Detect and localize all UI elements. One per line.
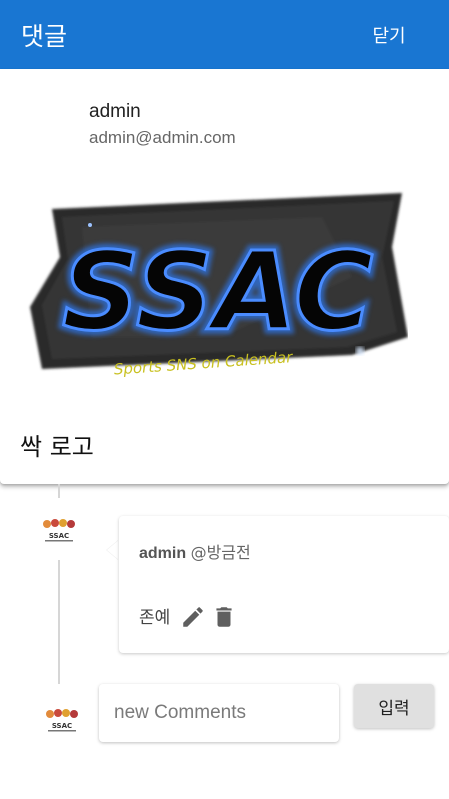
page-title: 댓글	[21, 22, 68, 51]
post-author-email: admin@admin.com	[89, 128, 236, 147]
avatar-label: SSAC	[49, 532, 69, 540]
trash-icon[interactable]	[211, 604, 237, 630]
post-card: admin admin@admin.com SSAC SSAC Sports S…	[0, 69, 449, 484]
new-comment-avatar: SSAC	[46, 709, 78, 732]
comment-author-name: admin	[139, 545, 187, 562]
avatar-label: SSAC	[52, 722, 72, 730]
comment-avatar: SSAC	[43, 519, 75, 542]
close-button[interactable]: 닫기	[357, 18, 421, 52]
submit-comment-button[interactable]: 입력	[354, 684, 434, 728]
post-title: 싹 로고	[20, 433, 94, 461]
logo-text: SSAC	[62, 230, 373, 355]
app-bar: 댓글 닫기	[0, 0, 449, 69]
comment-author: admin @방금전	[139, 539, 251, 563]
pencil-icon[interactable]	[180, 604, 206, 630]
comment-time: @방금전	[190, 543, 251, 562]
comment-card: admin @방금전 존예	[119, 516, 449, 653]
post-image: SSAC SSAC Sports SNS on Calendar	[30, 193, 408, 379]
timeline-line	[58, 484, 60, 498]
new-comment-field	[99, 684, 339, 742]
timeline-line	[58, 560, 60, 684]
post-author-name: admin	[89, 101, 141, 122]
new-comment-input[interactable]	[99, 684, 339, 742]
comment-text: 존예	[139, 608, 171, 628]
comment-tail	[107, 540, 119, 560]
